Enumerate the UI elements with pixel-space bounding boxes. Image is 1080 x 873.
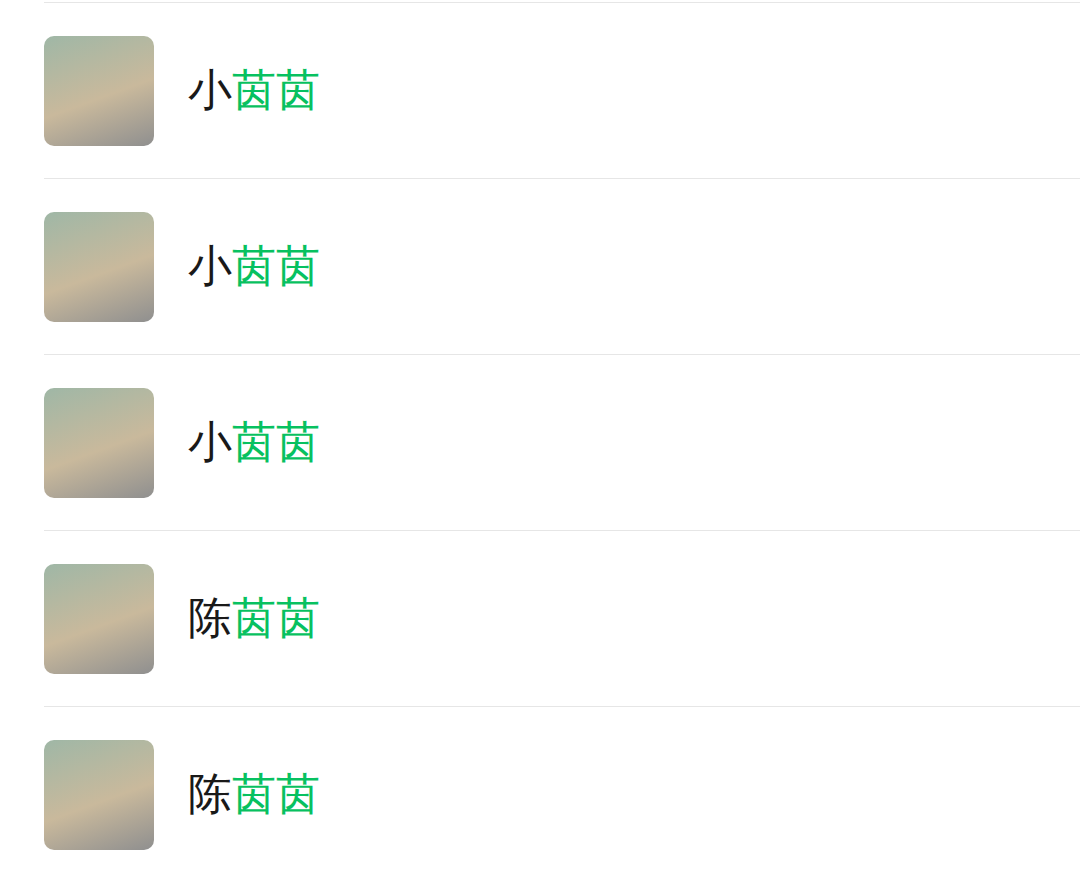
contact-avatar [44, 740, 154, 850]
search-results-list: 小茵茵小茵茵小茵茵陈茵茵陈茵茵 [0, 0, 1080, 873]
contact-avatar [44, 212, 154, 322]
name-text: 小 [188, 240, 232, 291]
contact-name: 小茵茵 [188, 240, 320, 293]
contact-avatar [44, 388, 154, 498]
name-match-highlight: 茵茵 [232, 768, 320, 819]
name-text: 小 [188, 64, 232, 115]
name-match-highlight: 茵茵 [232, 416, 320, 467]
contact-row[interactable]: 小茵茵 [44, 354, 1080, 530]
contact-name: 小茵茵 [188, 64, 320, 117]
contact-row[interactable]: 小茵茵 [44, 2, 1080, 178]
contact-avatar [44, 564, 154, 674]
contact-name: 陈茵茵 [188, 768, 320, 821]
name-match-highlight: 茵茵 [232, 64, 320, 115]
name-match-highlight: 茵茵 [232, 592, 320, 643]
contact-row[interactable]: 陈茵茵 [44, 706, 1080, 873]
name-text: 小 [188, 416, 232, 467]
contact-name: 陈茵茵 [188, 592, 320, 645]
name-match-highlight: 茵茵 [232, 240, 320, 291]
contact-row[interactable]: 小茵茵 [44, 178, 1080, 354]
name-text: 陈 [188, 768, 232, 819]
name-text: 陈 [188, 592, 232, 643]
contact-name: 小茵茵 [188, 416, 320, 469]
contact-avatar [44, 36, 154, 146]
contact-row[interactable]: 陈茵茵 [44, 530, 1080, 706]
